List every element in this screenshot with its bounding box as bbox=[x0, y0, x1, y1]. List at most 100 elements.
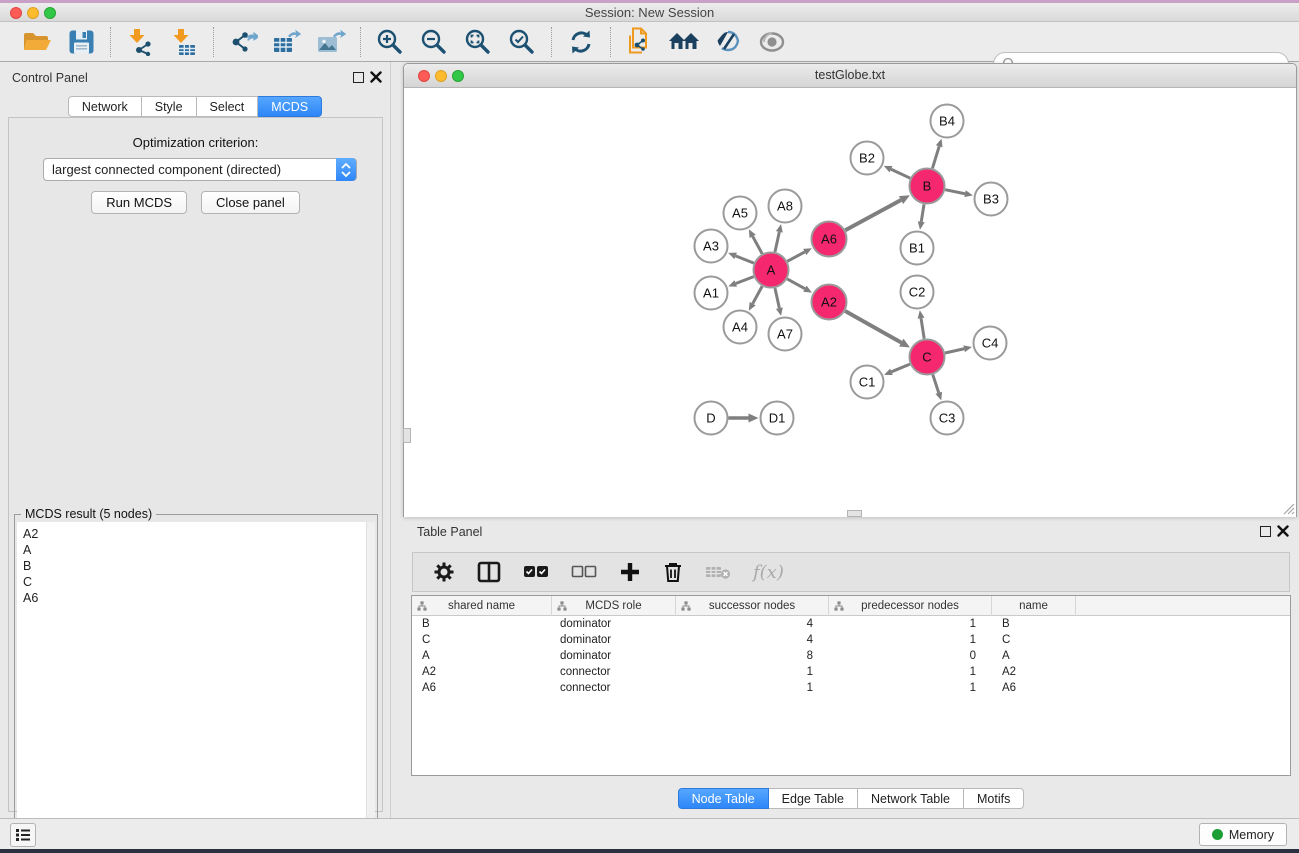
zoom-out-icon[interactable] bbox=[417, 26, 451, 58]
graph-node-A8[interactable]: A8 bbox=[769, 190, 802, 223]
graph-edge[interactable] bbox=[891, 169, 910, 178]
hide-annotations-icon[interactable] bbox=[711, 26, 745, 58]
graph-node-A7[interactable]: A7 bbox=[769, 318, 802, 351]
graph-node-B[interactable]: B bbox=[910, 169, 945, 204]
graph-node-C1[interactable]: C1 bbox=[851, 366, 884, 399]
graph-edge[interactable] bbox=[845, 200, 901, 230]
result-list-item[interactable]: A bbox=[23, 542, 375, 558]
graph-node-A6[interactable]: A6 bbox=[812, 222, 847, 257]
column-header-successor-nodes[interactable]: successor nodes bbox=[676, 596, 829, 616]
export-network-icon[interactable] bbox=[226, 26, 260, 58]
graph-node-C3[interactable]: C3 bbox=[931, 402, 964, 435]
settings-gear-icon[interactable] bbox=[433, 561, 455, 583]
graph-edge[interactable] bbox=[736, 256, 754, 263]
zoom-selected-icon[interactable] bbox=[505, 26, 539, 58]
save-session-icon[interactable] bbox=[64, 26, 98, 58]
table-row[interactable]: Adominator80A bbox=[412, 648, 1290, 664]
graph-node-B3[interactable]: B3 bbox=[975, 183, 1008, 216]
graph-edge[interactable] bbox=[945, 349, 964, 353]
mcds-result-list[interactable]: A2ABCA6 bbox=[17, 522, 375, 851]
delete-columns-icon[interactable] bbox=[663, 561, 683, 583]
result-list-item[interactable]: A2 bbox=[23, 526, 375, 542]
graph-node-A3[interactable]: A3 bbox=[695, 230, 728, 263]
graph-node-A4[interactable]: A4 bbox=[724, 311, 757, 344]
close-panel-icon[interactable] bbox=[370, 71, 382, 83]
float-panel-icon[interactable] bbox=[1260, 526, 1271, 537]
graph-edge[interactable] bbox=[787, 279, 805, 289]
graph-node-D1[interactable]: D1 bbox=[761, 402, 794, 435]
node-table[interactable]: shared nameMCDS rolesuccessor nodesprede… bbox=[411, 595, 1291, 776]
graph-node-B4[interactable]: B4 bbox=[931, 105, 964, 138]
graph-edge[interactable] bbox=[932, 146, 939, 168]
tab-style[interactable]: Style bbox=[142, 96, 197, 117]
deselect-all-checkboxes-icon[interactable] bbox=[571, 565, 597, 579]
tab-select[interactable]: Select bbox=[197, 96, 259, 117]
function-builder-icon[interactable]: f(x) bbox=[753, 562, 784, 583]
table-row[interactable]: A2connector11A2 bbox=[412, 664, 1290, 680]
graph-node-C2[interactable]: C2 bbox=[901, 276, 934, 309]
tab-mcds[interactable]: MCDS bbox=[258, 96, 322, 117]
graph-node-B1[interactable]: B1 bbox=[901, 232, 934, 265]
split-view-icon[interactable] bbox=[477, 561, 501, 583]
network-canvas-svg[interactable]: B4 B2 B B3 A8 A5 A6 A3 B1 A C2 A1 A2 A4 A7 C4 C C1 D C3 D1 bbox=[404, 88, 1296, 517]
table-row[interactable]: A6connector11A6 bbox=[412, 680, 1290, 696]
resize-grip-icon[interactable] bbox=[1281, 501, 1295, 515]
criterion-dropdown[interactable]: largest connected component (directed) bbox=[43, 158, 357, 181]
graph-node-A2[interactable]: A2 bbox=[812, 285, 847, 320]
select-all-checkboxes-icon[interactable] bbox=[523, 565, 549, 579]
result-list-item[interactable]: C bbox=[23, 574, 375, 590]
import-table-icon[interactable] bbox=[167, 26, 201, 58]
result-list-item[interactable]: A6 bbox=[23, 590, 375, 606]
column-header-name[interactable]: name bbox=[992, 596, 1076, 616]
horizontal-scroll-handle[interactable] bbox=[847, 510, 862, 517]
graph-node-A1[interactable]: A1 bbox=[695, 277, 728, 310]
graph-edge[interactable] bbox=[775, 288, 779, 308]
graph-edge[interactable] bbox=[787, 252, 804, 261]
result-list-item[interactable]: B bbox=[23, 558, 375, 574]
task-history-button[interactable] bbox=[10, 823, 36, 847]
column-header-predecessor-nodes[interactable]: predecessor nodes bbox=[829, 596, 992, 616]
close-panel-icon[interactable] bbox=[1277, 525, 1289, 537]
show-graphics-details-icon[interactable] bbox=[755, 26, 789, 58]
tab-motifs[interactable]: Motifs bbox=[964, 788, 1024, 809]
table-row[interactable]: Cdominator41C bbox=[412, 632, 1290, 648]
graph-node-D[interactable]: D bbox=[695, 402, 728, 435]
delete-table-icon[interactable] bbox=[705, 564, 731, 580]
graph-edge[interactable] bbox=[945, 190, 965, 194]
network-window-titlebar[interactable]: testGlobe.txt bbox=[404, 64, 1296, 88]
vertical-scroll-handle[interactable] bbox=[403, 428, 411, 443]
import-network-icon[interactable] bbox=[123, 26, 157, 58]
graph-edge[interactable] bbox=[775, 232, 779, 252]
new-network-icon[interactable] bbox=[623, 26, 657, 58]
graph-edge[interactable] bbox=[753, 236, 763, 253]
graph-edge[interactable] bbox=[753, 286, 763, 303]
zoom-fit-icon[interactable] bbox=[461, 26, 495, 58]
graph-node-C[interactable]: C bbox=[910, 340, 945, 375]
close-panel-button[interactable]: Close panel bbox=[201, 191, 300, 214]
float-panel-icon[interactable] bbox=[353, 72, 364, 83]
tab-edge-table[interactable]: Edge Table bbox=[769, 788, 858, 809]
graph-edge[interactable] bbox=[921, 318, 924, 339]
run-mcds-button[interactable]: Run MCDS bbox=[91, 191, 187, 214]
column-header-shared-name[interactable]: shared name bbox=[412, 596, 552, 616]
graph-node-B2[interactable]: B2 bbox=[851, 142, 884, 175]
refresh-view-icon[interactable] bbox=[564, 26, 598, 58]
home-icon[interactable] bbox=[667, 26, 701, 58]
graph-node-C4[interactable]: C4 bbox=[974, 327, 1007, 360]
graph-edge[interactable] bbox=[933, 375, 939, 393]
export-image-icon[interactable] bbox=[314, 26, 348, 58]
export-table-icon[interactable] bbox=[270, 26, 304, 58]
result-scrollbar[interactable] bbox=[366, 522, 375, 851]
zoom-in-icon[interactable] bbox=[373, 26, 407, 58]
tab-node-table[interactable]: Node Table bbox=[678, 788, 769, 809]
table-row[interactable]: Bdominator41B bbox=[412, 616, 1290, 632]
graph-node-A[interactable]: A bbox=[754, 253, 789, 288]
open-session-icon[interactable] bbox=[20, 26, 54, 58]
add-column-icon[interactable] bbox=[619, 561, 641, 583]
tab-network-table[interactable]: Network Table bbox=[858, 788, 964, 809]
graph-node-A5[interactable]: A5 bbox=[724, 197, 757, 230]
tab-network[interactable]: Network bbox=[68, 96, 142, 117]
graph-edge[interactable] bbox=[845, 311, 901, 343]
graph-edge[interactable] bbox=[921, 204, 924, 222]
graph-edge[interactable] bbox=[891, 364, 909, 372]
